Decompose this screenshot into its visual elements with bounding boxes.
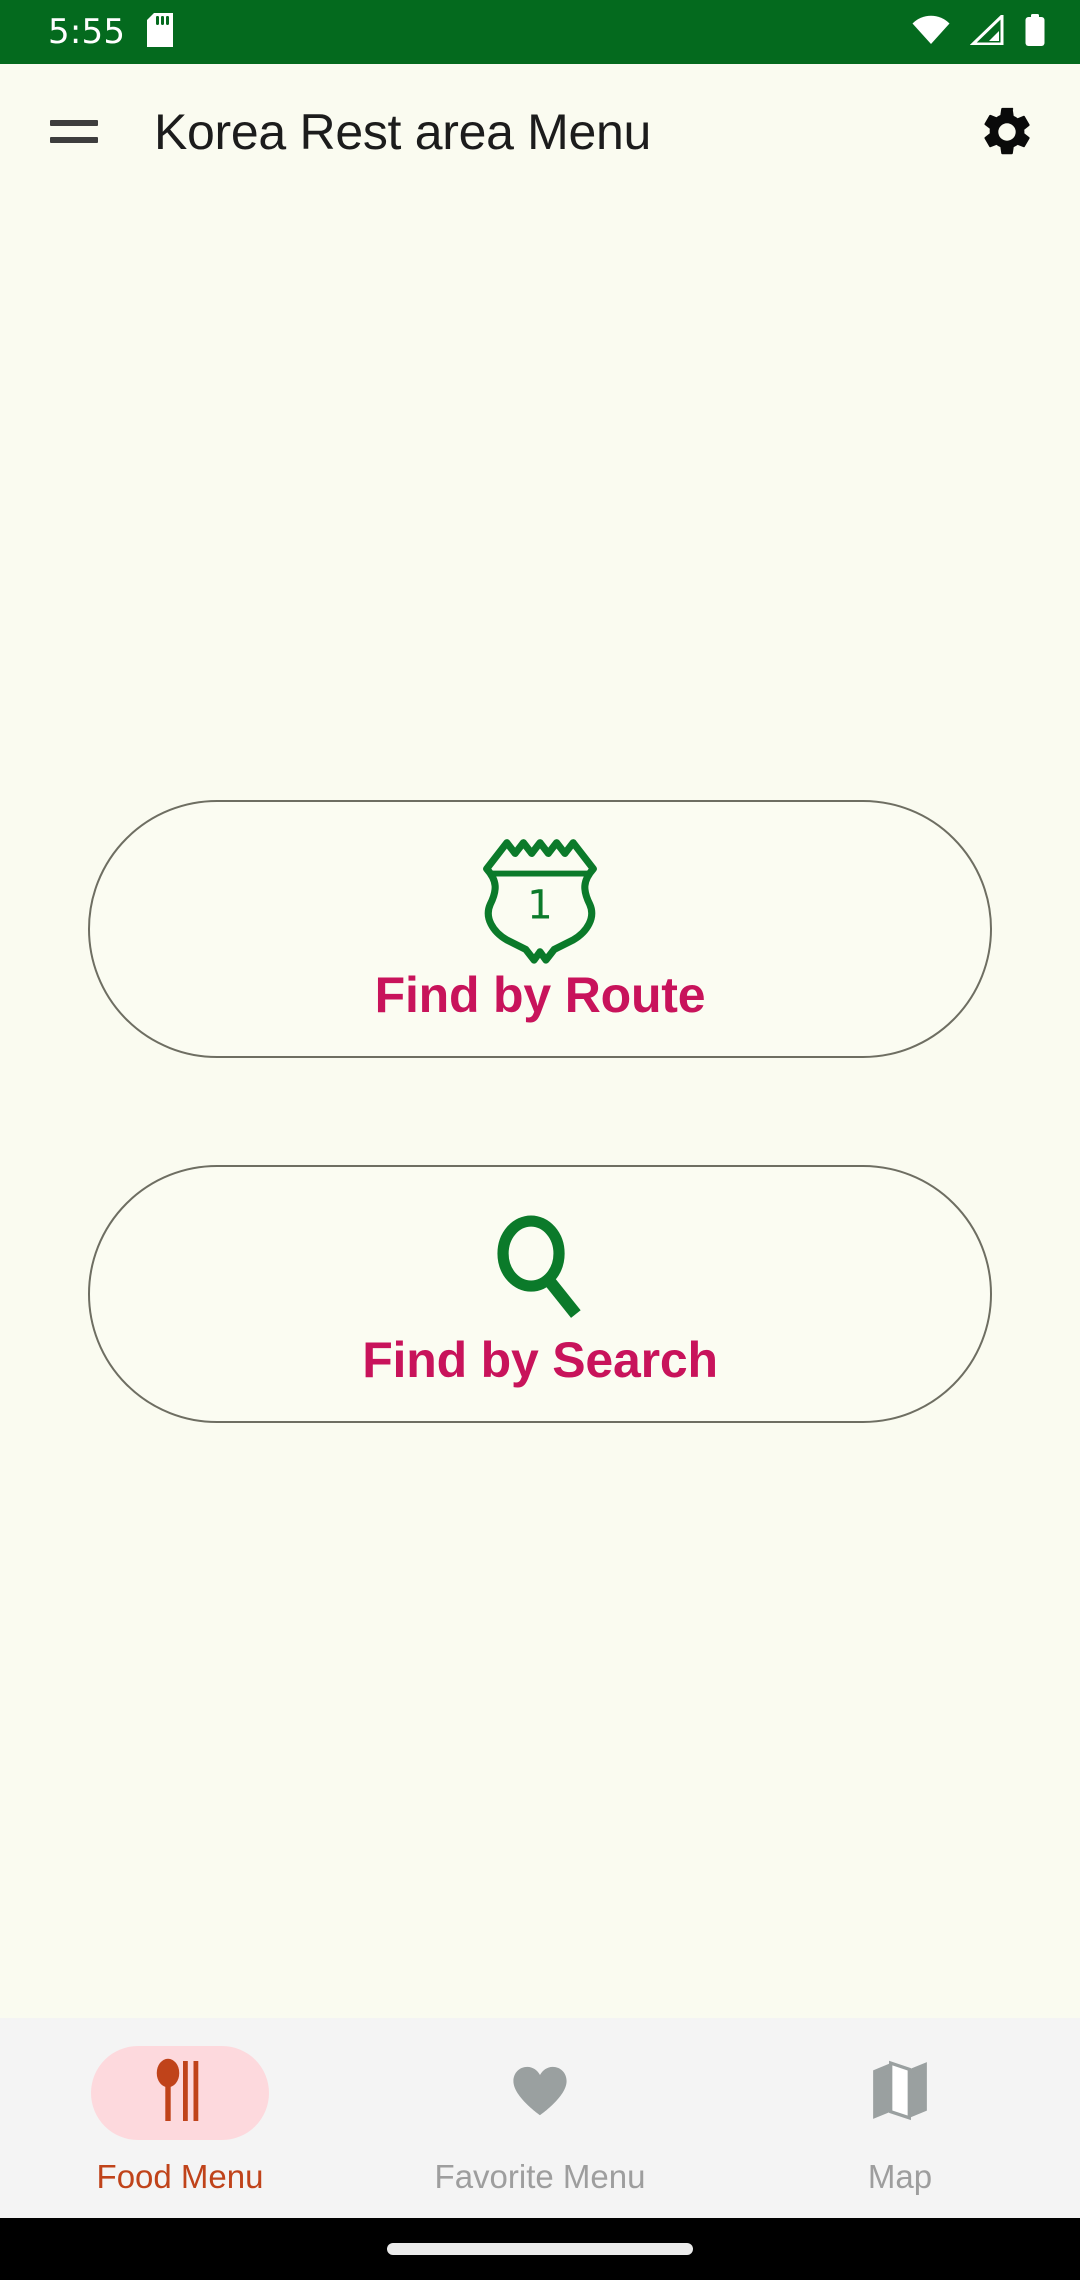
heart-icon — [511, 2064, 569, 2122]
find-by-search-label: Find by Search — [362, 1332, 718, 1388]
wifi-icon — [912, 15, 950, 49]
hamburger-line — [50, 120, 98, 126]
status-bar: 5:55 — [0, 0, 1080, 64]
status-time: 5:55 — [48, 12, 126, 52]
main-content: 1 Find by Route Find by Search — [0, 199, 1080, 2018]
system-navigation-bar — [0, 2218, 1080, 2280]
route-shield-icon: 1 — [476, 838, 604, 966]
home-indicator-pill[interactable] — [387, 2243, 693, 2255]
nav-label-map: Map — [867, 2158, 933, 2195]
battery-full-icon — [1024, 14, 1046, 50]
nav-label-favorite-menu: Favorite Menu — [434, 2158, 646, 2195]
route-number: 1 — [527, 882, 553, 929]
app-bar: Korea Rest area Menu — [0, 64, 1080, 199]
find-by-route-label: Find by Route — [374, 967, 706, 1023]
map-icon-wrap — [811, 2046, 989, 2140]
bottom-navigation-bar: Food Menu Favorite Menu Map — [0, 2018, 1080, 2218]
app-screen: 5:55 Korea Rest area Menu 1 Find by Rout… — [0, 0, 1080, 2280]
nav-item-food-menu[interactable]: Food Menu — [0, 2046, 360, 2193]
status-bar-left: 5:55 — [48, 12, 174, 52]
nav-item-map[interactable]: Map — [720, 2046, 1080, 2193]
hamburger-line — [50, 137, 98, 143]
utensils-icon — [149, 2058, 211, 2128]
page-title: Korea Rest area Menu — [154, 103, 652, 160]
status-bar-right — [912, 12, 1046, 50]
map-icon — [871, 2060, 929, 2126]
nav-label-food-menu: Food Menu — [96, 2158, 264, 2195]
hamburger-menu-icon[interactable] — [50, 101, 112, 163]
find-by-search-button[interactable]: Find by Search — [88, 1165, 992, 1423]
gear-icon[interactable] — [970, 95, 1044, 169]
favorite-menu-icon-wrap — [451, 2046, 629, 2140]
magnifying-glass-icon — [484, 1203, 596, 1331]
find-by-route-button[interactable]: 1 Find by Route — [88, 800, 992, 1058]
nav-item-favorite-menu[interactable]: Favorite Menu — [360, 2046, 720, 2193]
cellular-signal-icon — [969, 12, 1004, 49]
food-menu-icon-pill — [91, 2046, 269, 2140]
sd-card-icon — [147, 13, 174, 51]
